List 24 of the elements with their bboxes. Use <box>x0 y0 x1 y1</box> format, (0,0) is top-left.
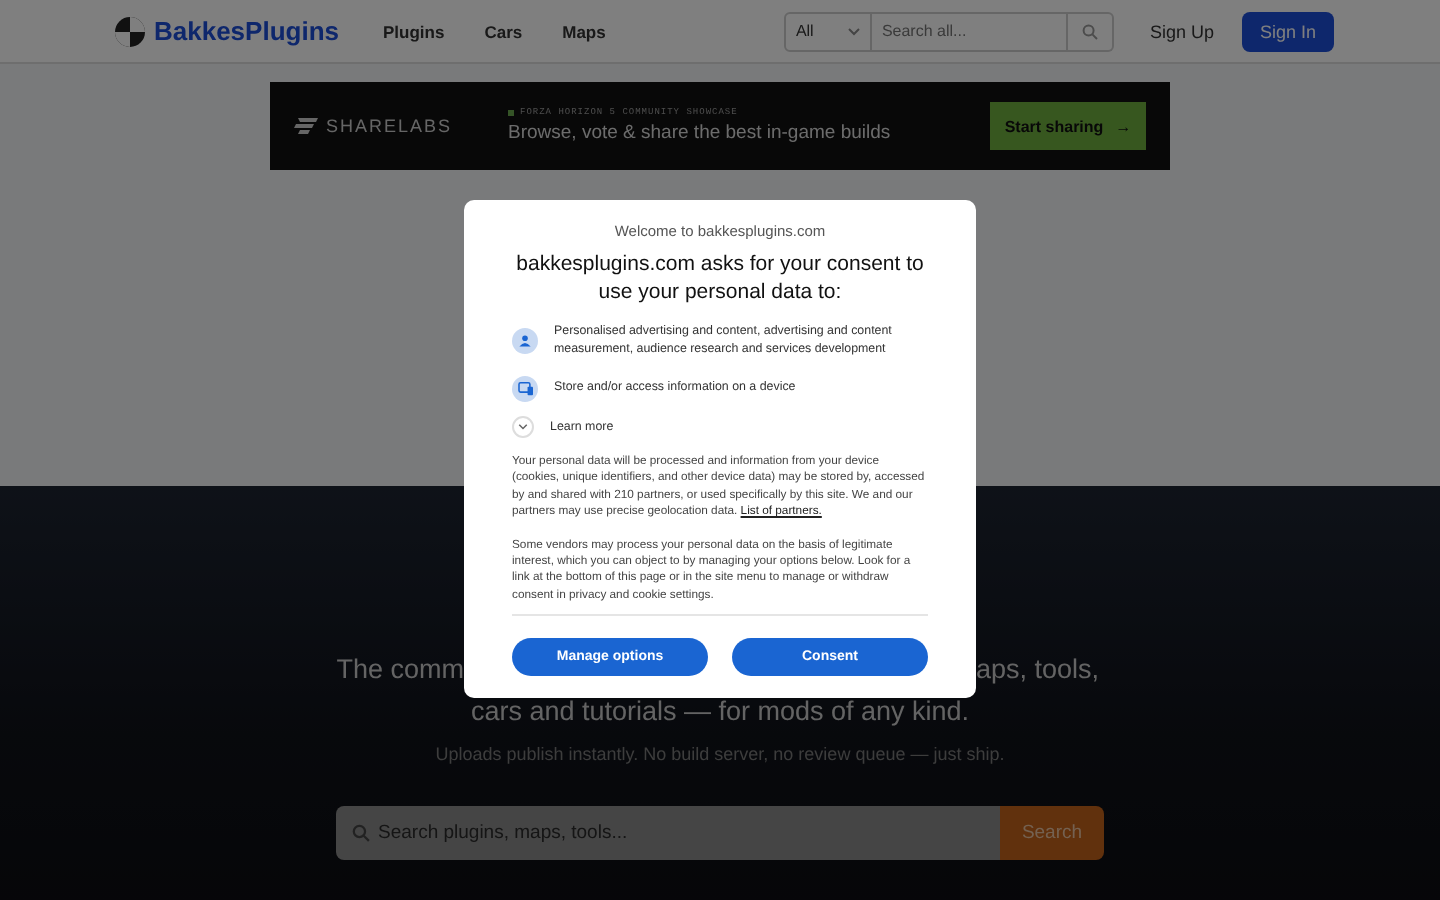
tagline-text: cars and tutorials — for mods of any kind. <box>470 696 970 726</box>
brand-name: SHARELABS <box>326 116 453 136</box>
nav-link[interactable]: Plugins <box>383 21 445 41</box>
search-field[interactable]: Search all... <box>871 11 1068 51</box>
logo-icon <box>114 15 146 47</box>
sign-in-button[interactable]: Sign In <box>1241 11 1334 51</box>
brand-logo-icon <box>294 118 318 134</box>
ad-headline: Browse, vote & share the best in-game builds <box>508 122 893 144</box>
device-icon <box>517 382 533 396</box>
expand-button[interactable] <box>512 416 534 438</box>
sign-up-link[interactable]: Sign Up <box>1137 19 1226 43</box>
chevron-icon <box>518 424 528 430</box>
person-icon <box>518 334 532 349</box>
dialog-heading: bakkesplugins.com asks for your consent to use your personal data to: <box>514 252 926 307</box>
search-icon <box>1081 23 1098 39</box>
caret-icon <box>847 27 860 35</box>
start-sharing-button[interactable]: Start sharing → <box>990 102 1146 150</box>
category-select[interactable]: All <box>783 11 872 51</box>
tagline-text: aps, tools, <box>976 654 1100 684</box>
tagline-text: The comm <box>336 654 464 684</box>
nav-link[interactable]: Cars <box>484 21 523 41</box>
nav-link[interactable]: Maps <box>562 21 606 41</box>
square-icon <box>508 110 514 116</box>
site-logo[interactable]: BakkesPlugins <box>154 16 339 46</box>
